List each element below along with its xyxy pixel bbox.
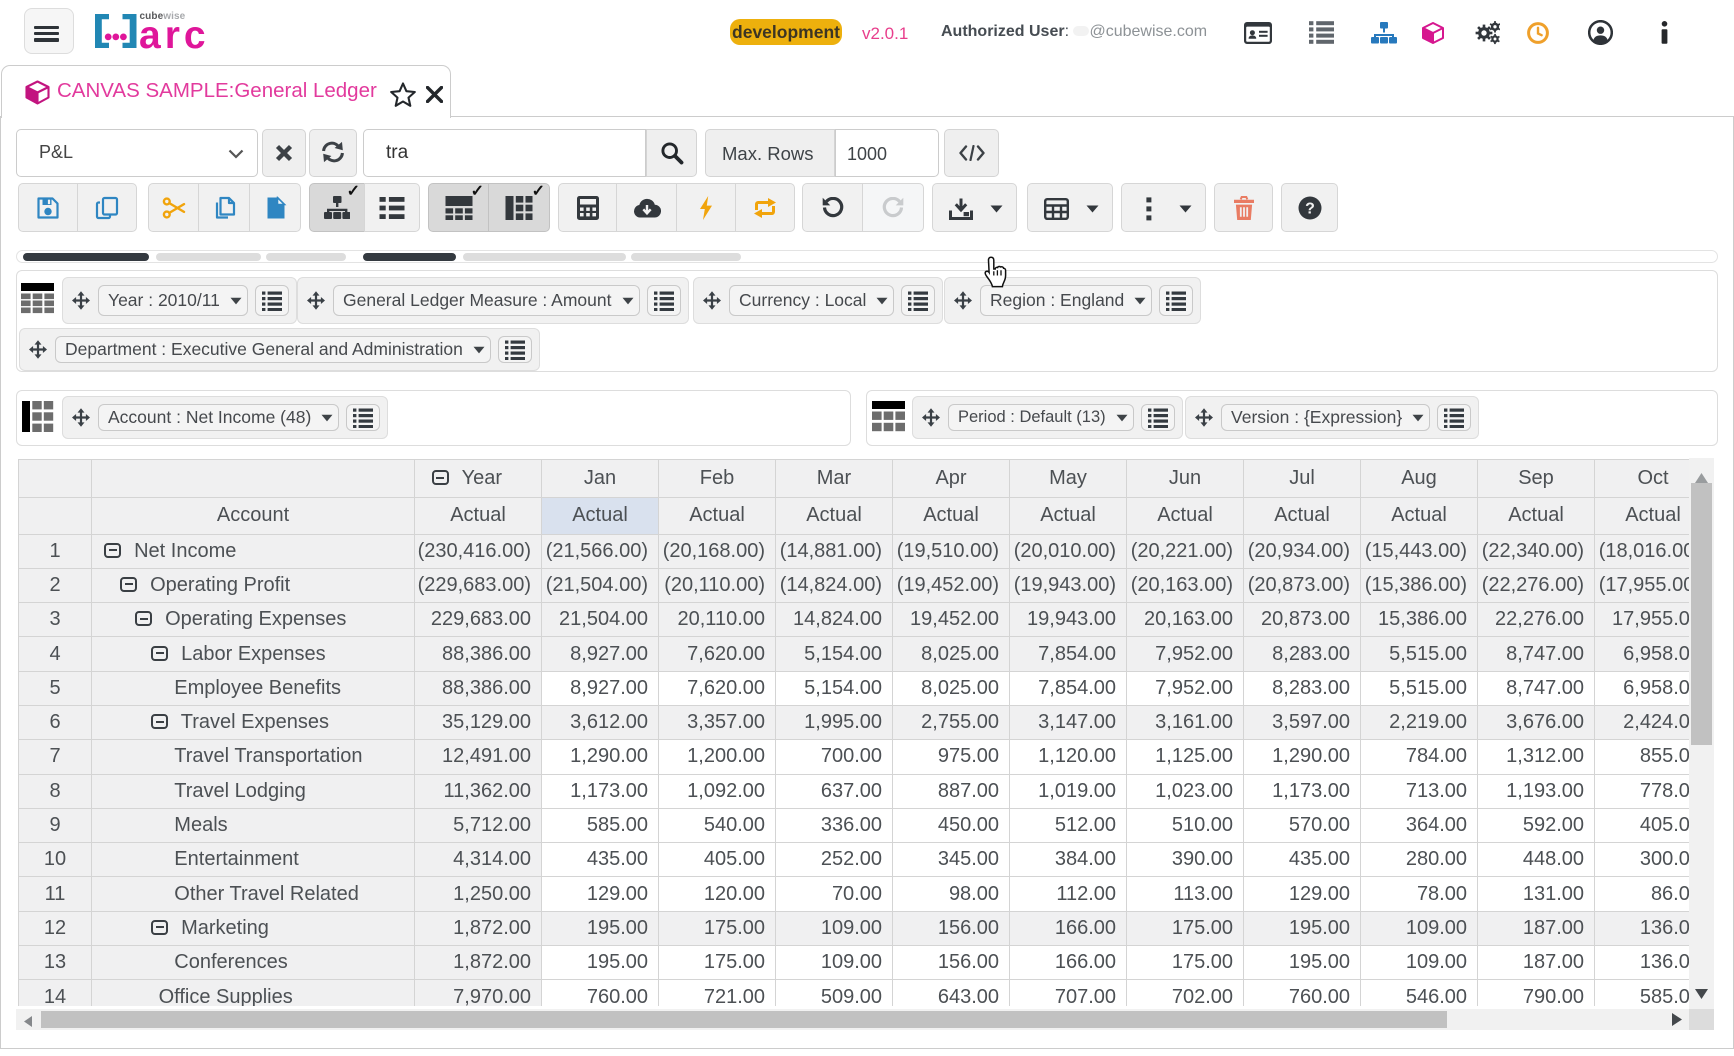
svg-text:?: ? xyxy=(1305,200,1315,217)
